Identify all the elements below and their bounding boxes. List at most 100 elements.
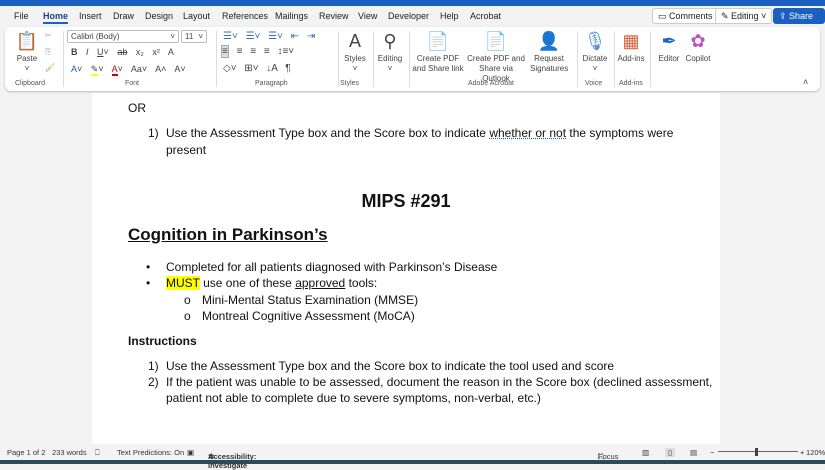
print-layout-icon[interactable]: ▯ bbox=[665, 448, 676, 457]
sub-bullet-item: Mini-Mental Status Examination (MMSE) bbox=[202, 293, 419, 307]
tab-developer[interactable]: Developer bbox=[388, 11, 429, 21]
dictate-button[interactable]: 🎙 Dictate ˅ bbox=[579, 31, 611, 74]
zoom-in-button[interactable]: + bbox=[800, 448, 804, 457]
highlight-icon: ✎ bbox=[90, 64, 99, 76]
create-pdf-outlook-button[interactable]: 📄 Create PDF and Share via Outlook bbox=[465, 31, 527, 84]
tab-home[interactable]: Home bbox=[43, 11, 69, 24]
ribbon: 📋 Paste ˅ ✂ ⎘ 🖌 Clipboard Calibri (Body) ˅ … bbox=[5, 27, 820, 91]
tab-help[interactable]: Help bbox=[440, 11, 459, 21]
tab-view[interactable]: View bbox=[358, 11, 377, 21]
addins-grid-icon: ▦ bbox=[622, 31, 640, 51]
proofing-icon[interactable]: ⎕ bbox=[95, 448, 100, 458]
share-button[interactable]: ⇪ Share ˅ bbox=[773, 8, 825, 32]
document-page[interactable]: OR 1) Use the Assessment Type box and th… bbox=[92, 93, 720, 444]
font-format-buttons[interactable]: B I U˅ ab x₂ x² A bbox=[71, 47, 174, 57]
top-list-item-cont: present bbox=[166, 143, 207, 157]
comment-icon: ▭ bbox=[658, 11, 670, 21]
editing-mode-button[interactable]: ✎ Editing ˅ bbox=[715, 8, 773, 24]
top-list-item: Use the Assessment Type box and the Scor… bbox=[166, 126, 674, 140]
search-icon: ⚲ bbox=[383, 31, 397, 51]
tab-file[interactable]: File bbox=[14, 11, 29, 21]
group-paragraph: Paragraph bbox=[255, 80, 288, 87]
group-addins: Add-ins bbox=[619, 80, 643, 87]
group-font: Font bbox=[125, 80, 140, 87]
pdf-mail-icon: 📄 bbox=[484, 31, 508, 51]
tab-review[interactable]: Review bbox=[319, 11, 349, 21]
instruction-item: If the patient was unable to be assessed… bbox=[166, 375, 713, 389]
zoom-level[interactable]: 120% bbox=[806, 448, 825, 457]
zoom-slider[interactable] bbox=[718, 451, 798, 452]
read-mode-icon[interactable]: ▥ bbox=[642, 448, 649, 457]
sub-bullet: o bbox=[184, 309, 191, 323]
group-voice: Voice bbox=[585, 80, 603, 87]
comments-button[interactable]: ▭ Comments bbox=[652, 8, 719, 24]
text-predictions[interactable]: Text Predictions: On bbox=[117, 448, 184, 457]
instructions-heading: Instructions bbox=[128, 334, 197, 348]
bullet-item: MUST use one of these approved tools: bbox=[166, 276, 378, 290]
zoom-out-button[interactable]: − bbox=[710, 448, 714, 457]
format-painter-icon[interactable]: 🖌 bbox=[45, 63, 55, 72]
list-buttons[interactable]: ☰˅ ☰˅ ☰˅ ⇤ ⇥ bbox=[223, 31, 315, 42]
tab-references[interactable]: References bbox=[222, 11, 268, 21]
create-pdf-share-link-button[interactable]: 📄 Create PDF and Share link bbox=[410, 31, 466, 74]
bold-button: B bbox=[71, 47, 78, 57]
copy-icon[interactable]: ⎘ bbox=[45, 47, 51, 57]
tab-draw[interactable]: Draw bbox=[113, 11, 134, 21]
font-name-select[interactable]: Calibri (Body) ˅ bbox=[67, 30, 179, 43]
list-number: 2) bbox=[148, 375, 159, 389]
title-bar bbox=[0, 0, 825, 6]
list-number: 1) bbox=[148, 126, 159, 140]
styles-button[interactable]: A Styles ˅ bbox=[341, 31, 369, 74]
bullet: • bbox=[146, 260, 151, 274]
tab-insert[interactable]: Insert bbox=[79, 11, 102, 21]
clipboard-icon: 📋 bbox=[15, 31, 39, 51]
alignment-buttons[interactable]: ≡ ≡ ≡ ≡ ↕≡˅ bbox=[221, 45, 294, 58]
microphone-icon: 🎙 bbox=[583, 31, 607, 51]
shading-border-buttons[interactable]: ◇˅ ⊞˅ ↓A ¶ bbox=[223, 63, 291, 74]
pdf-link-icon: 📄 bbox=[426, 31, 450, 51]
page-count[interactable]: Page 1 of 2 bbox=[7, 448, 45, 457]
instruction-item-cont: patient not able to complete due to seve… bbox=[166, 391, 541, 405]
font-size-select[interactable]: 11 ˅ bbox=[181, 30, 207, 43]
tab-design[interactable]: Design bbox=[145, 11, 173, 21]
underline-button: U bbox=[97, 47, 104, 57]
font-color-icon: A bbox=[111, 64, 118, 76]
styles-icon: A bbox=[348, 31, 361, 51]
tab-layout[interactable]: Layout bbox=[183, 11, 210, 21]
web-layout-icon[interactable]: ▤ bbox=[690, 448, 697, 457]
strikethrough-button: ab bbox=[117, 47, 128, 57]
instruction-item: Use the Assessment Type box and the Scor… bbox=[166, 359, 615, 373]
editor-button[interactable]: ✒ Editor bbox=[655, 31, 683, 64]
copilot-icon: ✿ bbox=[690, 31, 706, 51]
pencil-icon: ✎ bbox=[721, 11, 732, 21]
font-color-buttons[interactable]: A˅ ✎˅ A˅ Aa˅ A˄ A˅ bbox=[71, 64, 186, 76]
tab-acrobat[interactable]: Acrobat bbox=[470, 11, 501, 21]
group-clipboard: Clipboard bbox=[15, 80, 45, 87]
zoom-slider-thumb[interactable] bbox=[755, 448, 758, 456]
group-adobe-acrobat: Adobe Acrobat bbox=[468, 80, 514, 87]
bullet-item: Completed for all patients diagnosed wit… bbox=[166, 260, 498, 274]
align-left-button: ≡ bbox=[221, 45, 229, 58]
group-styles: Styles bbox=[340, 80, 360, 87]
status-bar: Page 1 of 2 233 words ⎕ Text Predictions… bbox=[0, 444, 825, 470]
signature-icon: 👤 bbox=[537, 31, 561, 51]
list-number: 1) bbox=[148, 359, 159, 373]
paste-button[interactable]: 📋 Paste ˅ bbox=[13, 31, 41, 74]
document-title: MIPS #291 bbox=[361, 191, 451, 211]
cut-icon[interactable]: ✂ bbox=[45, 31, 52, 40]
text-effects-icon: A bbox=[71, 64, 78, 74]
tab-mailings[interactable]: Mailings bbox=[275, 11, 308, 21]
menu-tabs: File Home Insert Draw Design Layout Refe… bbox=[0, 8, 825, 32]
share-icon: ⇪ bbox=[779, 11, 790, 21]
addins-button[interactable]: ▦ Add-ins bbox=[616, 31, 646, 64]
section-heading: Cognition in Parkinson’s bbox=[128, 225, 328, 244]
sub-bullet: o bbox=[184, 293, 191, 307]
italic-button: I bbox=[86, 47, 89, 57]
editing-button[interactable]: ⚲ Editing ˅ bbox=[375, 31, 405, 74]
collapse-ribbon-icon[interactable]: ˄ bbox=[803, 77, 808, 87]
copilot-button[interactable]: ✿ Copilot bbox=[683, 31, 713, 64]
or-text: OR bbox=[128, 101, 146, 115]
macro-icon[interactable]: ▣ bbox=[187, 448, 194, 457]
request-signatures-button[interactable]: 👤 Request Signatures bbox=[530, 31, 568, 74]
word-count[interactable]: 233 words bbox=[52, 448, 87, 457]
